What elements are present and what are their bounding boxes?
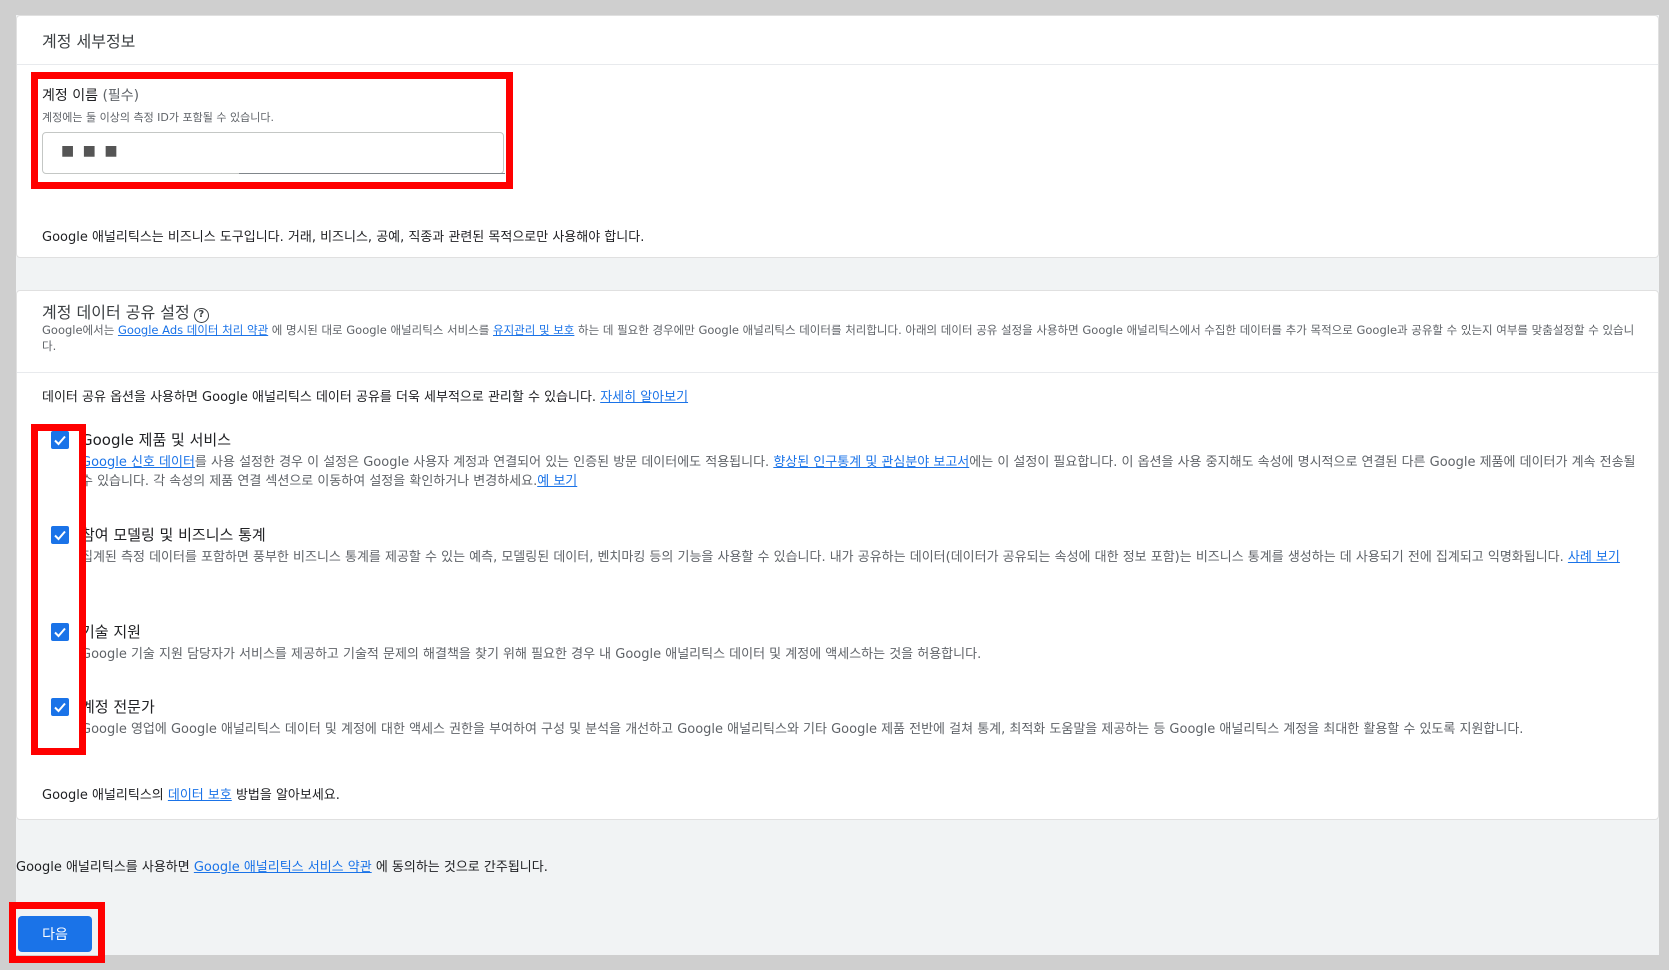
option-description: Google 기술 지원 담당자가 서비스를 제공하고 기술적 문제의 해결책을… [81,647,982,662]
divider [17,372,1658,373]
checkbox-account-specialists[interactable] [51,698,69,716]
view-examples-link[interactable]: 예 보기 [537,474,577,489]
option-description: Google 영업에 Google 애널리틱스 데이터 및 계정에 대한 액세스… [81,722,1524,737]
learn-more-link[interactable]: 자세히 알아보기 [600,390,688,405]
account-details-card: 계정 세부정보 계정 이름 (필수) 계정에는 둘 이상의 측정 ID가 포함될… [16,15,1659,258]
checkbox-technical-support[interactable] [51,623,69,641]
data-sharing-intro: 데이터 공유 옵션을 사용하면 Google 애널리틱스 데이터 공유를 더욱 … [42,390,689,405]
checkmark-icon [54,530,66,541]
checkmark-icon [54,435,66,446]
maintain-protect-link[interactable]: 유지관리 및 보호 [493,323,574,337]
enhanced-demographics-link[interactable]: 향상된 인구통계 및 관심분야 보고서 [773,455,969,470]
data-protection-link[interactable]: 데이터 보호 [168,788,232,803]
checkbox-google-products[interactable] [51,431,69,449]
option-description: Google 신호 데이터를 사용 설정한 경우 이 설정은 Google 사용… [81,455,1636,489]
option-title: 참여 모델링 및 비즈니스 통계 [81,526,266,544]
account-name-help: 계정에는 둘 이상의 측정 ID가 포함될 수 있습니다. [42,111,274,124]
checkbox-modeling-insights[interactable] [51,526,69,544]
account-name-value: ■ ■ ■ [61,143,120,159]
input-underline [239,173,505,174]
account-name-label: 계정 이름 (필수) [42,88,140,104]
data-sharing-description: Google에서는 Google Ads 데이터 처리 약관 에 명시된 대로 … [42,323,1635,353]
checkmark-icon [54,627,66,638]
data-sharing-title: 계정 데이터 공유 설정? [42,299,209,323]
option-title: 계정 전문가 [81,698,155,716]
account-details-title: 계정 세부정보 [42,32,136,51]
option-description: 집계된 측정 데이터를 포함하면 풍부한 비즈니스 통계를 제공할 수 있는 예… [81,550,1620,565]
terms-notice: Google 애널리틱스를 사용하면 Google 애널리틱스 서비스 약관 에… [16,860,548,875]
page-content: 계정 세부정보 계정 이름 (필수) 계정에는 둘 이상의 측정 ID가 포함될… [16,15,1659,955]
checkmark-icon [54,702,66,713]
business-notice: Google 애널리틱스는 비즈니스 도구입니다. 거래, 비즈니스, 공예, … [42,230,645,245]
next-button[interactable]: 다음 [18,916,92,952]
required-indicator: (필수) [102,88,140,104]
data-protection-note: Google 애널리틱스의 데이터 보호 방법을 알아보세요. [42,788,340,803]
option-title: Google 제품 및 서비스 [81,431,232,449]
google-signals-link[interactable]: Google 신호 데이터 [81,455,195,470]
help-circle-icon[interactable]: ? [193,308,209,323]
divider [17,64,1658,65]
view-cases-link[interactable]: 사례 보기 [1568,550,1620,565]
account-name-input[interactable]: ■ ■ ■ [42,132,505,174]
data-processing-terms-link[interactable]: Google Ads 데이터 처리 약관 [118,323,268,337]
terms-of-service-link[interactable]: Google 애널리틱스 서비스 약관 [194,860,372,875]
data-sharing-card: 계정 데이터 공유 설정? Google에서는 Google Ads 데이터 처… [16,290,1659,820]
option-title: 기술 지원 [81,623,141,641]
